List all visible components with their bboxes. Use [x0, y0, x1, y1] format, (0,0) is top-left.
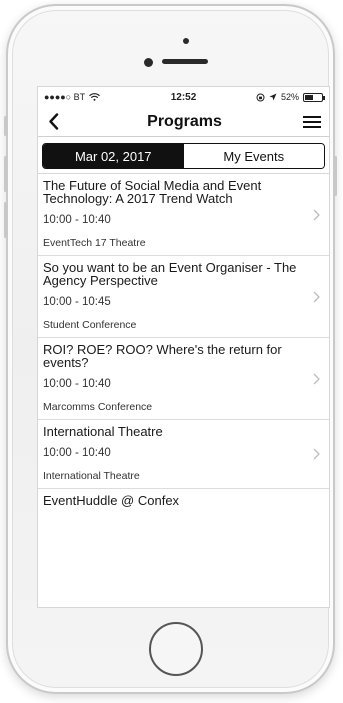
volume-up-button [4, 156, 7, 192]
chevron-right-icon [313, 373, 320, 384]
program-title: So you want to be an Event Organiser - T… [43, 260, 297, 288]
program-item[interactable]: The Future of Social Media and Event Tec… [38, 174, 329, 256]
rotation-lock-icon [256, 93, 265, 101]
power-button [334, 156, 337, 196]
program-title: ROI? ROE? ROO? Where's the return for ev… [43, 342, 282, 370]
carrier-signal: ●●●●○ BT [44, 92, 86, 102]
chevron-right-icon [313, 209, 320, 220]
status-right: 52% [223, 92, 325, 102]
program-time: 10:00 - 10:40 [43, 214, 111, 226]
program-list: The Future of Social Media and Event Tec… [38, 173, 329, 513]
program-item[interactable]: So you want to be an Event Organiser - T… [38, 256, 329, 338]
segmented-control: Mar 02, 2017 My Events [42, 143, 325, 169]
chevron-left-icon [49, 113, 59, 130]
program-item[interactable]: EventHuddle @ Confex [38, 489, 329, 513]
program-venue: International Theatre [43, 470, 140, 482]
battery-percent: 52% [280, 92, 299, 102]
tab-my-events[interactable]: My Events [183, 144, 324, 168]
phone-screen: ●●●●○ BT 12:52 52% Programs Mar 02, 2017… [37, 86, 330, 608]
page-title: Programs [147, 112, 222, 130]
mute-switch [4, 116, 7, 136]
program-item[interactable]: International Theatre 10:00 - 10:40 Inte… [38, 420, 329, 489]
program-time: 10:00 - 10:45 [43, 296, 111, 308]
navigation-bar: Programs [38, 107, 329, 137]
wifi-icon [89, 93, 101, 101]
program-time: 10:00 - 10:40 [43, 378, 111, 390]
program-venue: EventTech 17 Theatre [43, 237, 146, 249]
chevron-right-icon [313, 291, 320, 302]
program-venue: Student Conference [43, 319, 137, 331]
volume-down-button [4, 202, 7, 238]
menu-button[interactable] [297, 110, 321, 134]
front-camera [144, 58, 153, 67]
status-bar: ●●●●○ BT 12:52 52% [38, 87, 329, 107]
chevron-right-icon [313, 448, 320, 460]
proximity-sensor [183, 38, 189, 44]
battery-level-fill [304, 94, 314, 100]
back-button[interactable] [48, 110, 72, 134]
segmented-control-wrapper: Mar 02, 2017 My Events [38, 137, 329, 173]
status-left: ●●●●○ BT [44, 92, 144, 102]
status-time: 12:52 [170, 91, 197, 103]
program-title: The Future of Social Media and Event Tec… [43, 178, 262, 206]
location-arrow-icon [269, 93, 277, 101]
hamburger-menu-icon [302, 115, 321, 128]
battery-icon [302, 92, 325, 102]
program-item[interactable]: ROI? ROE? ROO? Where's the return for ev… [38, 338, 329, 420]
program-time: 10:00 - 10:40 [43, 447, 111, 459]
earpiece-speaker [162, 59, 208, 64]
home-button[interactable] [149, 622, 203, 676]
tab-date[interactable]: Mar 02, 2017 [43, 144, 184, 168]
program-title: EventHuddle @ Confex [43, 493, 180, 508]
program-venue: Marcomms Conference [43, 401, 153, 413]
program-title: International Theatre [43, 424, 163, 439]
